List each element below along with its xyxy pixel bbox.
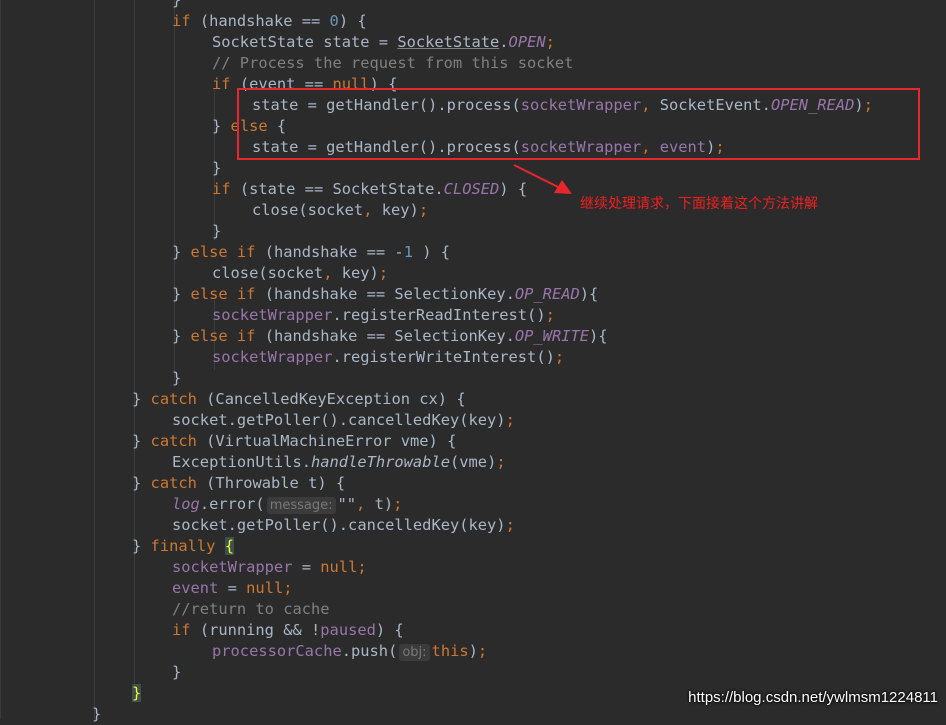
watermark-text: https://blog.csdn.net/ywlmsm1224811	[688, 689, 938, 706]
annotation-arrow-icon	[513, 164, 572, 194]
code-editor[interactable]: } if (handshake == 0) {SocketState state …	[0, 0, 946, 723]
annotation-label: 继续处理请求，下面接着这个方法讲解	[580, 196, 818, 212]
